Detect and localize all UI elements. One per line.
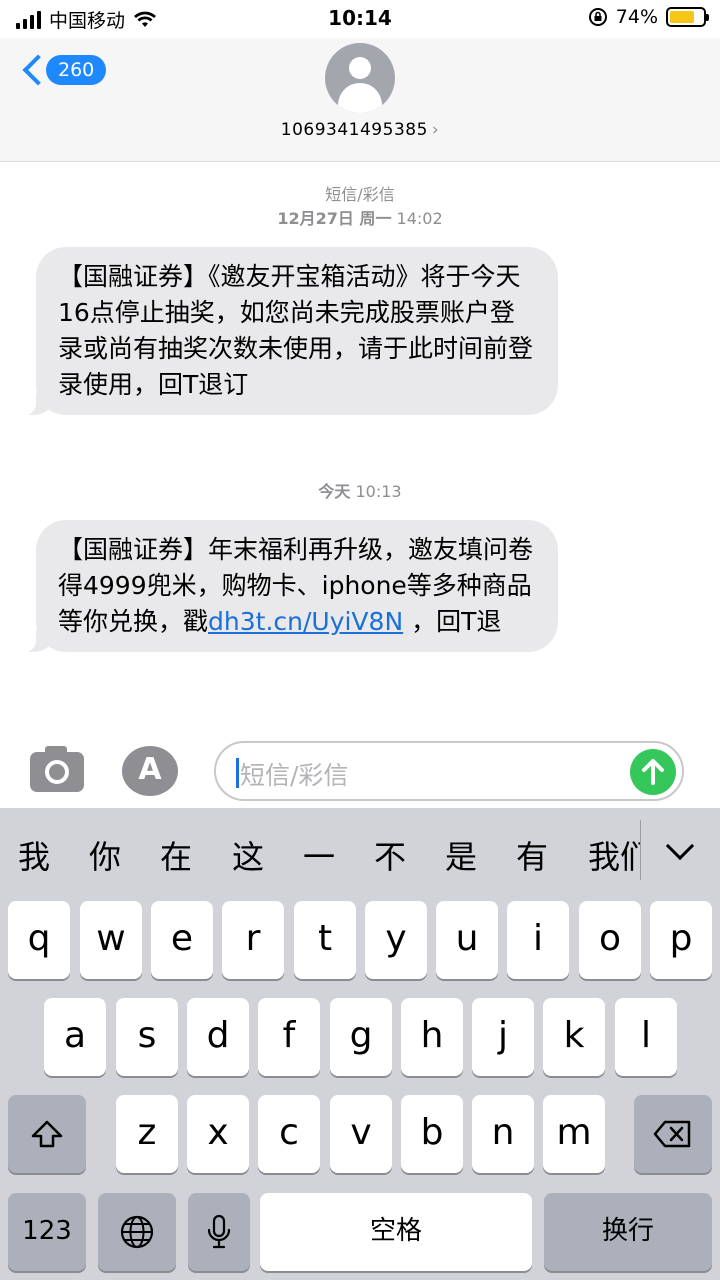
- chevron-right-icon: ›: [431, 120, 440, 140]
- message-text-1: 【国融证券】《邀友开宝箱活动》将于今天16点停止抽奖，如您尚未完成股票账户登录或…: [58, 262, 534, 399]
- timestamp-2: 今天 10:13: [0, 481, 720, 503]
- dictation-key[interactable]: [188, 1193, 250, 1271]
- message-link[interactable]: dh3t.cn/UyiV8N: [208, 607, 403, 636]
- key-s[interactable]: s: [116, 998, 178, 1076]
- key-h[interactable]: h: [401, 998, 463, 1076]
- key-c[interactable]: c: [258, 1095, 320, 1173]
- candidate-word[interactable]: 在: [160, 832, 192, 878]
- candidate-word[interactable]: 你: [89, 832, 121, 878]
- key-y[interactable]: y: [365, 901, 427, 979]
- key-m[interactable]: m: [543, 1095, 605, 1173]
- candidate-divider: [640, 820, 641, 880]
- key-r[interactable]: r: [222, 901, 284, 979]
- contact-number: 1069341495385: [280, 120, 428, 140]
- battery-icon: [666, 7, 709, 27]
- delete-icon: [653, 1120, 691, 1148]
- microphone-icon: [207, 1214, 231, 1249]
- candidate-word[interactable]: 有: [516, 832, 548, 878]
- globe-key[interactable]: [98, 1193, 176, 1271]
- key-n[interactable]: n: [472, 1095, 534, 1173]
- return-key[interactable]: 换行: [544, 1193, 712, 1271]
- key-x[interactable]: x: [187, 1095, 249, 1173]
- text-caret: [236, 758, 239, 788]
- key-g[interactable]: g: [330, 998, 392, 1076]
- candidate-word[interactable]: 是: [445, 832, 477, 878]
- chevron-down-icon[interactable]: [665, 831, 695, 861]
- key-p[interactable]: p: [650, 901, 712, 979]
- message-text-2-tail: ，回T退: [403, 607, 502, 636]
- key-j[interactable]: j: [472, 998, 534, 1076]
- message-type-label: 短信/彩信: [325, 185, 395, 204]
- camera-icon[interactable]: [30, 746, 84, 792]
- key-i[interactable]: i: [507, 901, 569, 979]
- message-bubble-2[interactable]: 【国融证券】年末福利再升级，邀友填问卷得4999兜米，购物卡、iphone等多种…: [14, 520, 558, 653]
- key-b[interactable]: b: [401, 1095, 463, 1173]
- timestamp-2-time: 10:13: [355, 482, 402, 501]
- keyboard: 我 你 在 这 一 不 是 有 我们 q w e r t y u i o p a…: [0, 808, 720, 1280]
- candidate-bar: 我 你 在 这 一 不 是 有 我们: [0, 808, 720, 900]
- key-l[interactable]: l: [615, 998, 677, 1076]
- numbers-key[interactable]: 123: [8, 1193, 86, 1271]
- key-q[interactable]: q: [8, 901, 70, 979]
- candidate-word[interactable]: 一: [303, 832, 335, 878]
- shift-key[interactable]: [8, 1095, 86, 1173]
- key-e[interactable]: e: [151, 901, 213, 979]
- contact-name[interactable]: 1069341495385 ›: [0, 120, 720, 140]
- key-w[interactable]: w: [80, 901, 142, 979]
- key-a[interactable]: a: [44, 998, 106, 1076]
- key-u[interactable]: u: [436, 901, 498, 979]
- timestamp-1-time: 14:02: [396, 209, 443, 228]
- timestamp-1-date: 12月27日 周一: [277, 209, 392, 228]
- status-right: 74%: [588, 6, 709, 28]
- timestamp-1: 12月27日 周一 14:02: [0, 208, 720, 230]
- shift-icon: [31, 1120, 63, 1148]
- key-t[interactable]: t: [294, 901, 356, 979]
- key-v[interactable]: v: [330, 1095, 392, 1173]
- app-store-icon[interactable]: A: [122, 746, 178, 796]
- message-bubble-1[interactable]: 【国融证券】《邀友开宝箱活动》将于今天16点停止抽奖，如您尚未完成股票账户登录或…: [14, 247, 558, 416]
- input-placeholder: 短信/彩信: [240, 761, 349, 790]
- message-input[interactable]: 短信/彩信: [214, 741, 684, 801]
- key-k[interactable]: k: [543, 998, 605, 1076]
- conversation-header: 260 1069341495385 ›: [0, 38, 720, 162]
- space-key[interactable]: 空格: [260, 1193, 532, 1271]
- timestamp-2-day: 今天: [318, 482, 351, 501]
- unread-count-badge: 260: [46, 55, 107, 85]
- key-f[interactable]: f: [258, 998, 320, 1076]
- key-o[interactable]: o: [579, 901, 641, 979]
- globe-icon: [120, 1215, 154, 1249]
- back-button[interactable]: 260: [20, 52, 107, 88]
- contact-avatar[interactable]: [325, 43, 395, 113]
- battery-percent: 74%: [615, 6, 658, 28]
- send-button[interactable]: [630, 749, 676, 795]
- battery-fill: [670, 11, 694, 23]
- candidate-word[interactable]: 这: [232, 832, 264, 878]
- key-z[interactable]: z: [116, 1095, 178, 1173]
- status-bar: 中国移动 10:14 74%: [0, 0, 720, 38]
- rotation-lock-icon: [588, 8, 607, 26]
- candidate-word[interactable]: 不: [374, 832, 406, 878]
- candidate-word[interactable]: 我: [18, 832, 50, 878]
- chevron-left-icon: [20, 52, 42, 88]
- delete-key[interactable]: [634, 1095, 712, 1173]
- key-d[interactable]: d: [187, 998, 249, 1076]
- arrow-up-icon: [642, 759, 664, 785]
- candidate-word[interactable]: 我们: [588, 832, 640, 878]
